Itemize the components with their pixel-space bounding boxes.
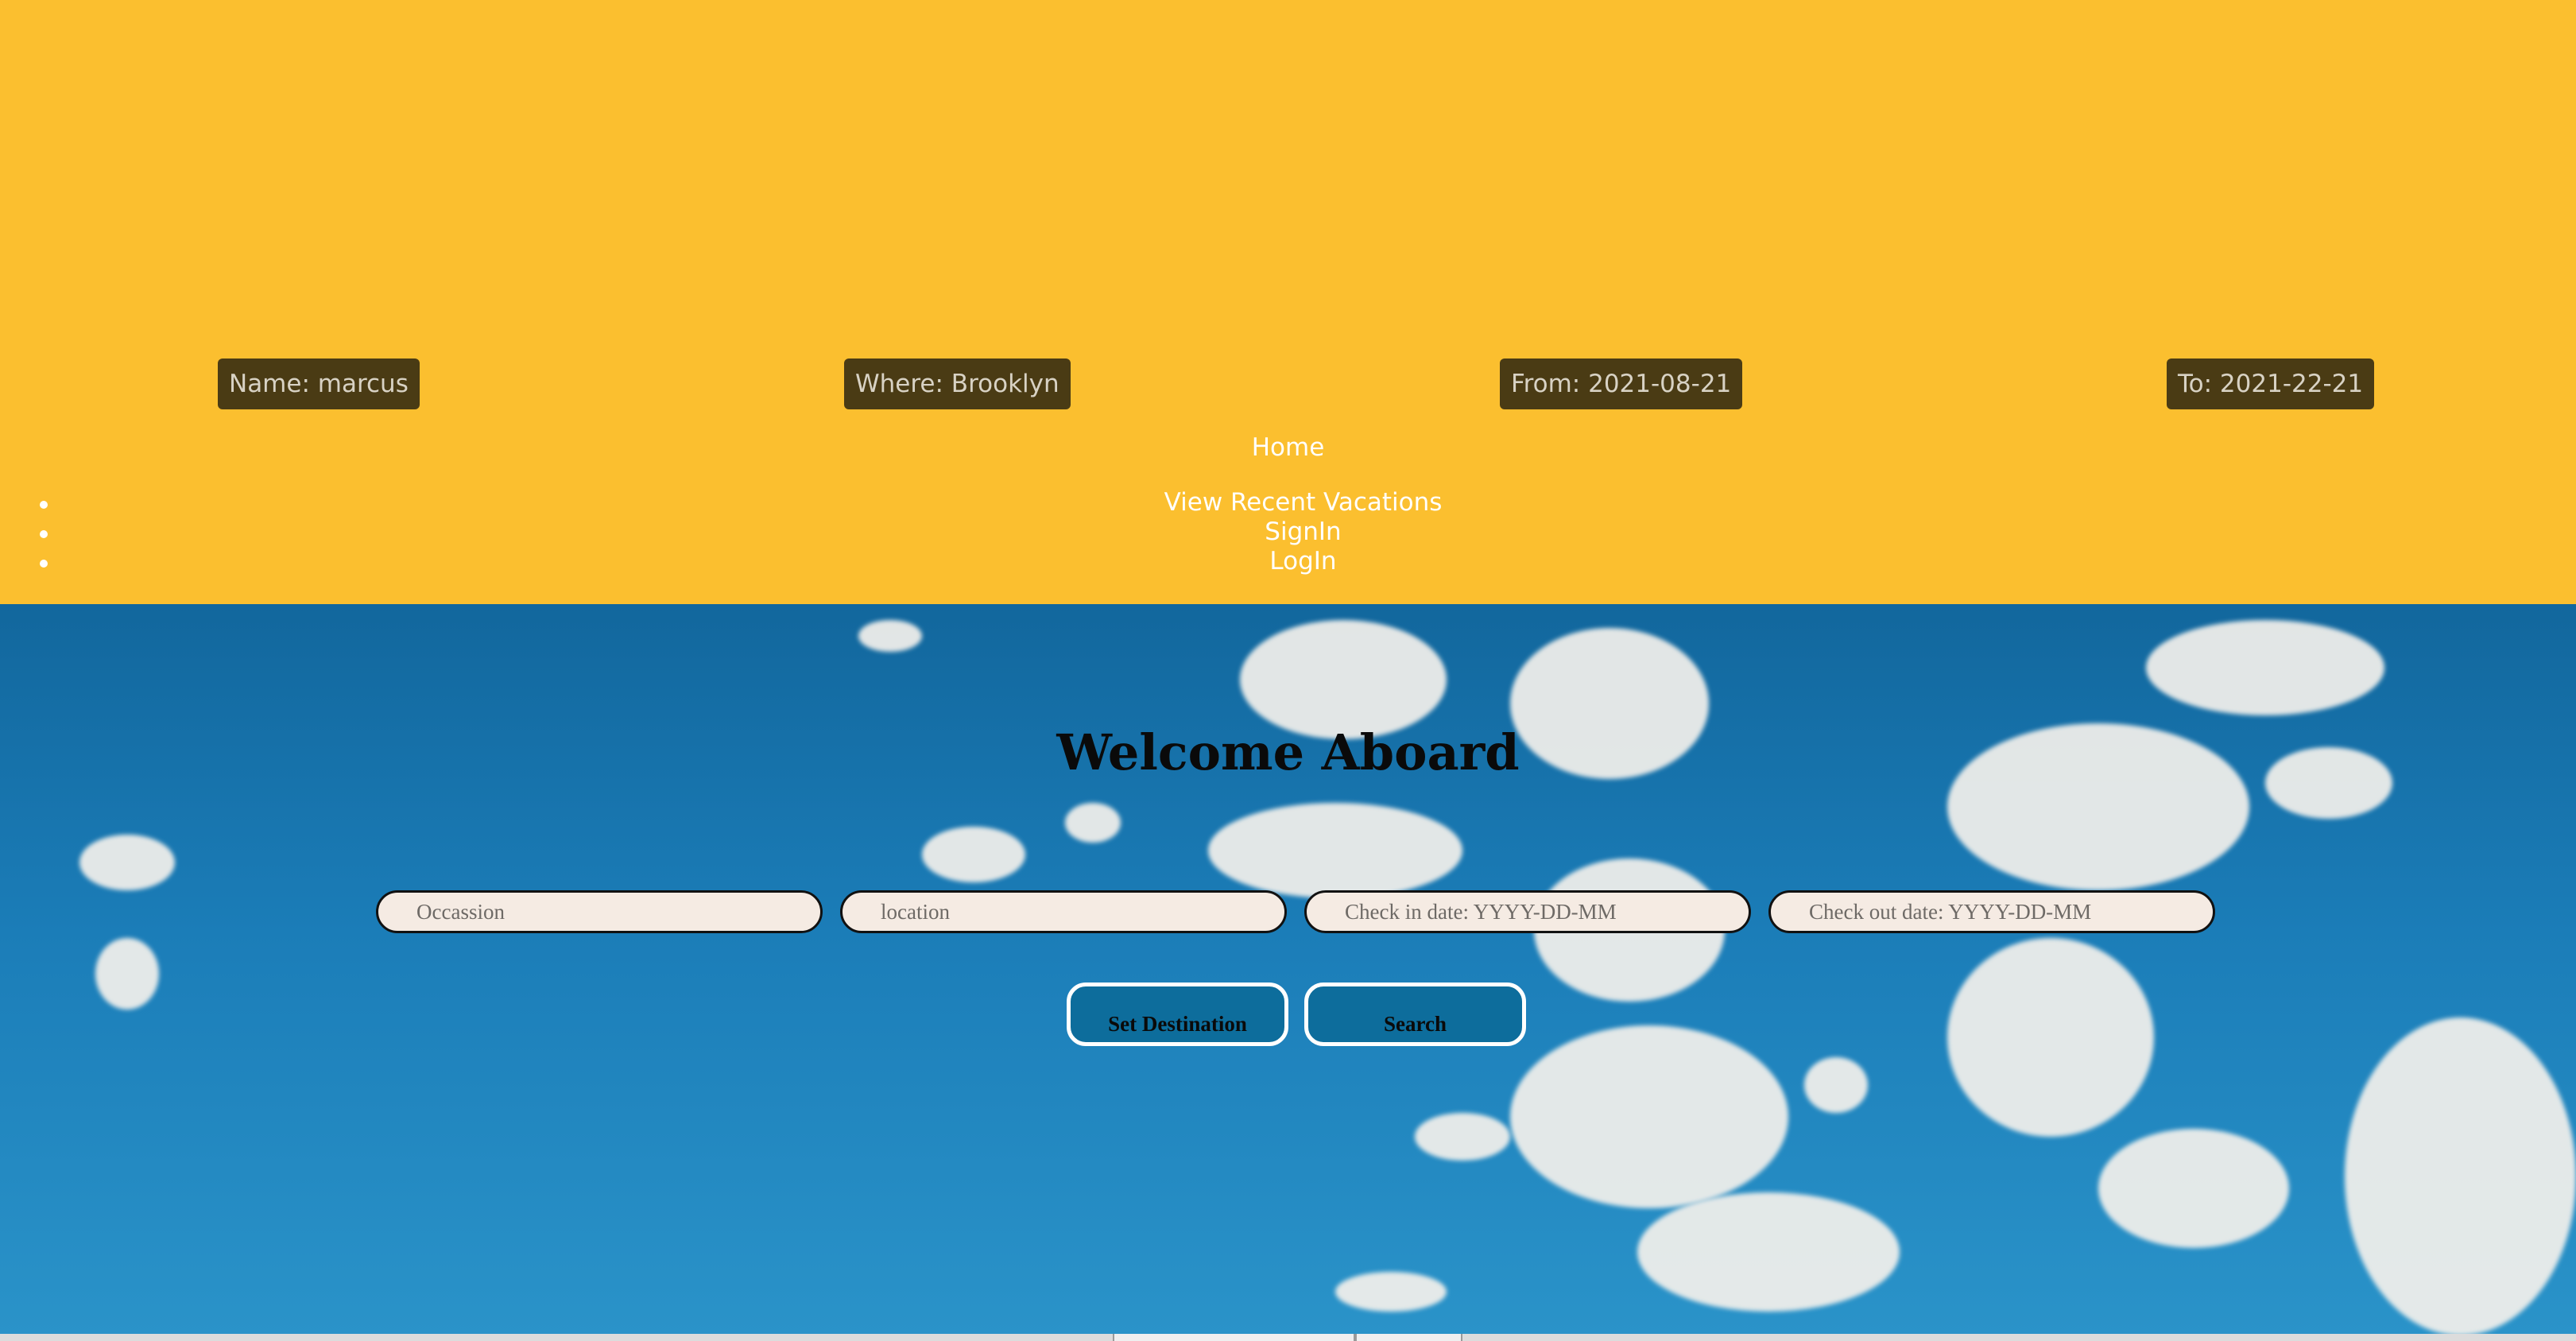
cloud-shape <box>1335 1272 1447 1312</box>
set-destination-button[interactable]: Set Destination <box>1067 982 1288 1046</box>
cloud-shape <box>2098 1129 2289 1248</box>
nav-item-label[interactable]: View Recent Vacations <box>1164 488 1443 517</box>
cloud-shape <box>1415 1113 1510 1161</box>
set-destination-label[interactable]: Set Destination <box>1108 1012 1247 1036</box>
nav-item-label[interactable]: LogIn <box>1269 547 1336 576</box>
location-input[interactable] <box>840 890 1287 933</box>
nav-home-label[interactable]: Home <box>1252 433 1325 462</box>
search-label[interactable]: Search <box>1384 1012 1447 1036</box>
occasion-input[interactable] <box>376 890 823 933</box>
cloud-shape <box>1510 1025 1788 1208</box>
nav-item-recent-vacations[interactable]: View Recent Vacations <box>0 488 2576 517</box>
cloud-shape <box>858 620 922 652</box>
cloud-shape <box>922 827 1025 882</box>
nav-item-signin[interactable]: SignIn <box>0 517 2576 547</box>
check-out-date-input[interactable] <box>1768 890 2215 933</box>
cloud-shape <box>79 835 175 890</box>
nav-item-label[interactable]: SignIn <box>1265 517 1341 546</box>
cloud-shape <box>2146 620 2384 715</box>
from-date-badge: From: 2021-08-21 <box>1500 359 1743 409</box>
page-title: Welcome Aboard <box>1056 723 1520 781</box>
cloud-shape <box>1947 938 2154 1137</box>
nav-home-link[interactable]: Home <box>0 433 2576 462</box>
cloud-shape <box>2345 1017 2576 1334</box>
cloud-shape <box>1065 803 1121 843</box>
bottom-tab[interactable] <box>1355 1334 1462 1341</box>
cloud-shape <box>1804 1057 1868 1113</box>
search-button[interactable]: Search <box>1304 982 1526 1046</box>
where-badge: Where: Brooklyn <box>844 359 1071 409</box>
nav-item-login[interactable]: LogIn <box>0 547 2576 576</box>
cloud-shape <box>95 938 159 1010</box>
cloud-shape <box>1208 803 1462 898</box>
bottom-tab[interactable] <box>1113 1334 1355 1341</box>
sky-hero-section: Welcome Aboard Set Destination Search <box>0 604 2576 1334</box>
check-in-date-input[interactable] <box>1304 890 1751 933</box>
to-date-badge: To: 2021-22-21 <box>2167 359 2375 409</box>
top-header: Name: marcus Where: Brooklyn From: 2021-… <box>0 0 2576 604</box>
name-badge: Name: marcus <box>218 359 420 409</box>
nav-menu: View Recent Vacations SignIn LogIn <box>0 488 2576 576</box>
cloud-shape <box>1637 1192 1900 1312</box>
cloud-shape <box>1240 620 1447 739</box>
